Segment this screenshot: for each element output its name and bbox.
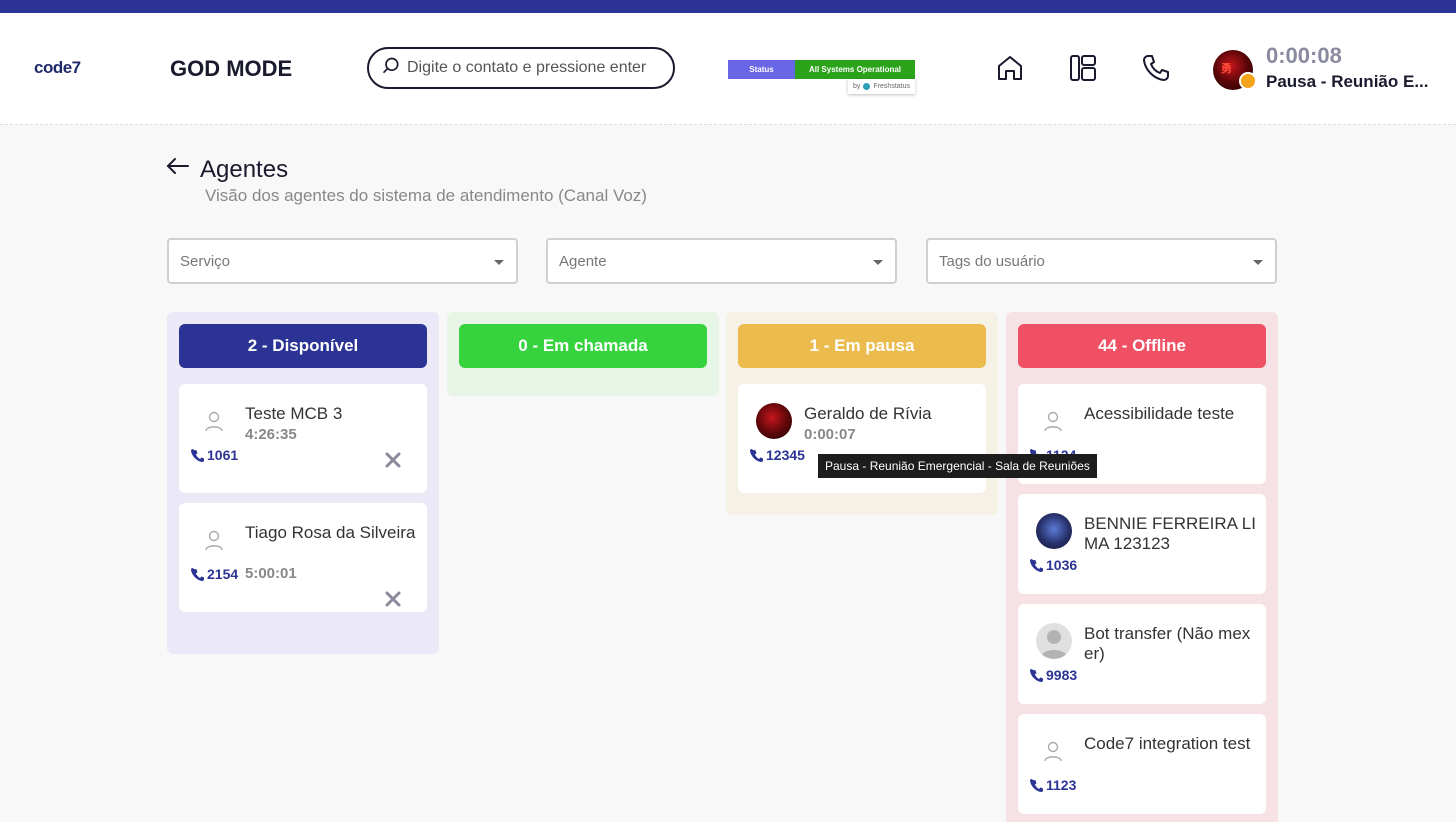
user-avatar[interactable]: 勇: [1213, 50, 1257, 90]
agent-name: Acessibilidade teste: [1084, 404, 1235, 423]
agent-extension: 1123: [1030, 777, 1076, 793]
agent-extension-number: 1061: [207, 447, 239, 463]
dashboard-icon[interactable]: [1068, 53, 1098, 83]
shield-icon: [863, 83, 871, 90]
home-icon[interactable]: [995, 53, 1025, 83]
status-provider: by Freshstatus: [848, 79, 915, 94]
default-avatar-icon: [1036, 623, 1072, 659]
service-filter-placeholder: Serviço: [180, 252, 231, 270]
status-by-text: by: [853, 83, 861, 90]
service-filter[interactable]: Serviço: [167, 238, 518, 284]
agent-extension-number: 9983: [1046, 667, 1078, 683]
chevron-down-icon: [494, 260, 504, 265]
app-title: GOD MODE: [170, 56, 293, 81]
agent-card[interactable]: Teste MCB 3 4:26:35 1061: [179, 384, 427, 493]
pause-status-dot: [1239, 72, 1257, 90]
column-available: 2 - Disponível Teste MCB 3 4:26:35 1061 …: [167, 312, 439, 654]
agent-extension-number: 1123: [1046, 777, 1077, 793]
agent-card[interactable]: Tiago Rosa da Silveira 5:00:01 2154: [179, 503, 427, 612]
agent-name: Tiago Rosa da Silveira: [245, 523, 416, 542]
status-label: Status: [728, 60, 795, 79]
column-header-in-call: 0 - Em chamada: [459, 324, 707, 368]
column-offline: 44 - Offline Acessibilidade teste 1124 B…: [1006, 312, 1278, 822]
page-subtitle: Visão dos agentes do sistema de atendime…: [205, 186, 647, 205]
user-icon: [203, 529, 225, 551]
page-title: Agentes: [166, 154, 288, 185]
tags-filter-placeholder: Tags do usuário: [939, 252, 1045, 270]
agent-extension: 12345: [750, 447, 805, 463]
chevron-down-icon: [873, 260, 883, 265]
phone-icon[interactable]: [1141, 53, 1171, 83]
phone-icon: [1030, 558, 1043, 572]
agent-extension-number: 1036: [1046, 557, 1078, 573]
agent-avatar: [756, 403, 792, 439]
agent-avatar: [1036, 513, 1072, 549]
agent-extension-number: 12345: [766, 447, 805, 463]
page-title-text: Agentes: [200, 155, 289, 183]
agent-extension-number: 2154: [207, 566, 239, 582]
column-paused: 1 - Em pausa Geraldo de Rívia 0:00:07 12…: [726, 312, 998, 515]
pause-reason-tooltip: Pausa - Reunião Emergencial - Sala de Re…: [818, 454, 1097, 478]
search-box[interactable]: [367, 47, 675, 89]
phone-icon: [191, 448, 204, 462]
column-header-paused: 1 - Em pausa: [738, 324, 986, 368]
tags-filter[interactable]: Tags do usuário: [926, 238, 1277, 284]
user-icon: [1042, 410, 1064, 432]
agent-name: Geraldo de Rívia: [804, 404, 932, 423]
agent-filter-placeholder: Agente: [559, 252, 607, 270]
status-widget[interactable]: Status All Systems Operational by Freshs…: [728, 60, 915, 94]
avatar-glyph: 勇: [1221, 63, 1232, 75]
agent-name: BENNIE FERREIRA LIMA 123123: [1084, 514, 1256, 553]
phone-icon: [1030, 668, 1043, 682]
agent-time: 4:26:35: [245, 426, 297, 443]
agent-filter[interactable]: Agente: [546, 238, 897, 284]
search-input[interactable]: [407, 59, 647, 77]
logo[interactable]: code7: [34, 58, 81, 78]
column-in-call: 0 - Em chamada: [447, 312, 719, 396]
chevron-down-icon: [1253, 260, 1263, 265]
agent-name: Bot transfer (Não mexer): [1084, 624, 1251, 663]
back-arrow-icon[interactable]: [166, 154, 190, 185]
phone-icon: [750, 448, 763, 462]
logout-agent-button[interactable]: [383, 589, 403, 609]
agent-card[interactable]: BENNIE FERREIRA LIMA 123123 1036: [1018, 494, 1266, 594]
agent-name: Code7 integration test: [1084, 734, 1251, 753]
pause-status-label[interactable]: Pausa - Reunião E...: [1266, 72, 1429, 92]
column-header-available: 2 - Disponível: [179, 324, 427, 368]
agent-extension: 2154: [191, 566, 238, 582]
agent-extension: 1061: [191, 447, 238, 463]
phone-icon: [1030, 778, 1043, 792]
status-timer: 0:00:08: [1266, 43, 1342, 68]
status-value: All Systems Operational: [795, 60, 915, 79]
agent-time: 0:00:07: [804, 426, 856, 443]
agent-extension: 9983: [1030, 667, 1077, 683]
agent-time: 5:00:01: [245, 565, 297, 582]
agent-name: Teste MCB 3: [245, 404, 343, 423]
status-provider-name: Freshstatus: [873, 83, 910, 90]
phone-icon: [191, 567, 204, 581]
agent-card[interactable]: Bot transfer (Não mexer) 9983: [1018, 604, 1266, 704]
user-icon: [1042, 740, 1064, 762]
logout-agent-button[interactable]: [383, 450, 403, 470]
user-icon: [203, 410, 225, 432]
agent-extension: 1036: [1030, 557, 1077, 573]
search-icon: [381, 56, 407, 81]
top-stripe: [0, 0, 1456, 13]
column-header-offline: 44 - Offline: [1018, 324, 1266, 368]
agent-card[interactable]: Code7 integration test 1123: [1018, 714, 1266, 814]
header: code7 GOD MODE Status All Systems Operat…: [0, 13, 1456, 125]
